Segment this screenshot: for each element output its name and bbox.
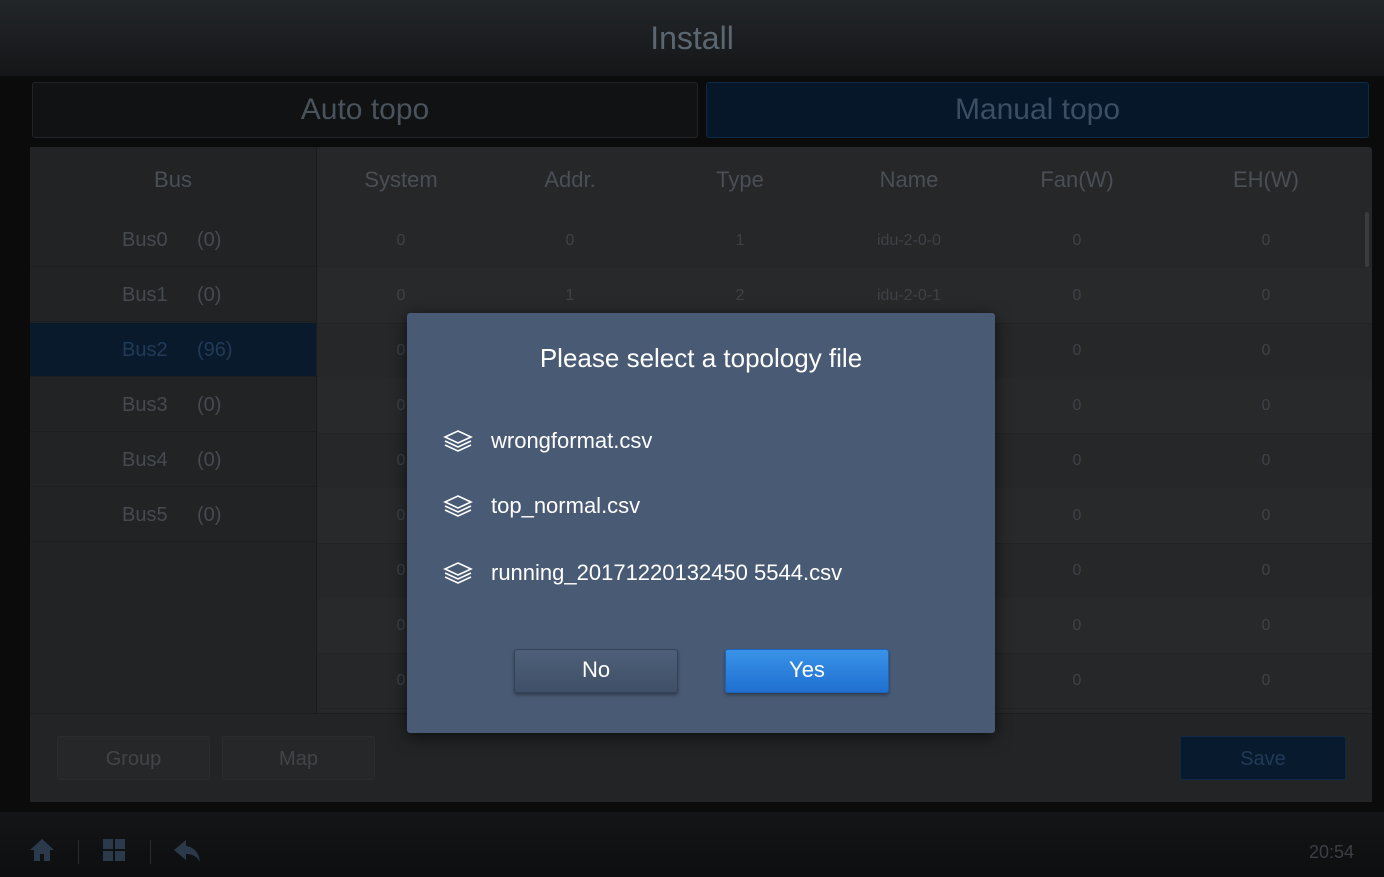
tab-manual-topo[interactable]: Manual topo [706, 82, 1369, 138]
cell-fan: 0 [1072, 452, 1082, 469]
cell-eh: 0 [1261, 507, 1271, 524]
cell-fan: 0 [1072, 397, 1082, 414]
home-icon[interactable] [28, 836, 56, 869]
page-title: Install [650, 20, 734, 56]
cell-fan: 0 [1072, 287, 1082, 304]
bus-name: Bus3 [122, 394, 168, 416]
bus-item[interactable]: Bus4 (0) [30, 433, 316, 487]
yes-button[interactable]: Yes [725, 649, 889, 693]
topology-file-dialog: Please select a topology file wrongforma… [407, 313, 995, 733]
bus-count: (0) [197, 394, 222, 416]
cell-eh: 0 [1261, 452, 1271, 469]
file-item[interactable]: top_normal.csv [443, 486, 963, 526]
file-name: wrongformat.csv [491, 428, 653, 453]
bus-name: Bus2 [122, 339, 168, 361]
cell-eh: 0 [1261, 397, 1271, 414]
cell-fan: 0 [1072, 672, 1082, 689]
cell-eh: 0 [1261, 562, 1271, 579]
back-icon[interactable] [172, 836, 202, 869]
header-type: Type [716, 167, 764, 192]
map-button[interactable]: Map [222, 736, 375, 780]
save-button[interactable]: Save [1180, 736, 1346, 780]
grid-menu-icon[interactable] [100, 836, 128, 869]
cell-fan: 0 [1072, 232, 1082, 249]
cell-eh: 0 [1261, 672, 1271, 689]
bus-count: (0) [197, 229, 222, 251]
cell-fan: 0 [1072, 562, 1082, 579]
header-eh: EH(W) [1233, 167, 1299, 192]
bus-header: Bus [154, 167, 192, 192]
cell-eh: 0 [1261, 617, 1271, 634]
footer-bar: 20:54 [0, 812, 1384, 877]
cell-eh: 0 [1261, 342, 1271, 359]
footer-divider [150, 840, 151, 864]
clock: 20:54 [1308, 842, 1354, 862]
table-scrollbar[interactable] [1365, 212, 1369, 267]
bus-name: Bus0 [122, 229, 168, 251]
bus-name: Bus4 [122, 449, 168, 471]
bus-item[interactable]: Bus5 (0) [30, 488, 316, 542]
file-name: top_normal.csv [491, 493, 641, 518]
bus-item[interactable]: Bus2 (96) [30, 323, 316, 377]
header-name: Name [879, 167, 939, 192]
file-name: running_20171220132450 5544.csv [491, 560, 843, 585]
cell-eh: 0 [1261, 232, 1271, 249]
cell-fan: 0 [1072, 342, 1082, 359]
bus-count: (0) [197, 504, 222, 526]
tab-auto-topo[interactable]: Auto topo [32, 82, 698, 138]
group-button[interactable]: Group [57, 736, 210, 780]
file-item[interactable]: wrongformat.csv [443, 421, 963, 461]
layers-icon [443, 562, 473, 584]
cell-system: 0 [396, 232, 406, 249]
bus-item[interactable]: Bus1 (0) [30, 268, 316, 322]
bus-item[interactable]: Bus0 (0) [30, 213, 316, 267]
layers-icon [443, 495, 473, 517]
bus-count: (0) [197, 284, 222, 306]
table-row[interactable]: 0 0 1 idu-2-0-0 0 0 [318, 213, 1372, 269]
title-bar: Install [0, 0, 1384, 76]
layers-icon [443, 430, 473, 452]
no-button[interactable]: No [514, 649, 678, 693]
header-system: System [364, 167, 438, 192]
file-item[interactable]: running_20171220132450 5544.csv [443, 553, 963, 593]
bus-name: Bus5 [122, 504, 168, 526]
header-addr: Addr. [544, 167, 596, 192]
bus-list: Bus Bus0 (0) Bus1 (0) Bus2 (96) Bus3 (0) Bus4 (0)… [30, 147, 317, 713]
cell-fan: 0 [1072, 507, 1082, 524]
dialog-title: Please select a topology file [539, 343, 863, 373]
footer-divider [78, 840, 79, 864]
cell-eh: 0 [1261, 287, 1271, 304]
bus-name: Bus1 [122, 284, 168, 306]
cell-name: idu-2-0-0 [876, 232, 942, 249]
bus-count: (96) [197, 339, 233, 361]
bus-count: (0) [197, 449, 222, 471]
cell-fan: 0 [1072, 617, 1082, 634]
bus-item[interactable]: Bus3 (0) [30, 378, 316, 432]
screen: Install Auto topo Manual topo Bus Bus0 (0… [0, 0, 1384, 877]
cell-type: 1 [735, 232, 745, 249]
cell-addr: 0 [565, 232, 575, 249]
header-fan: Fan(W) [1040, 167, 1114, 192]
